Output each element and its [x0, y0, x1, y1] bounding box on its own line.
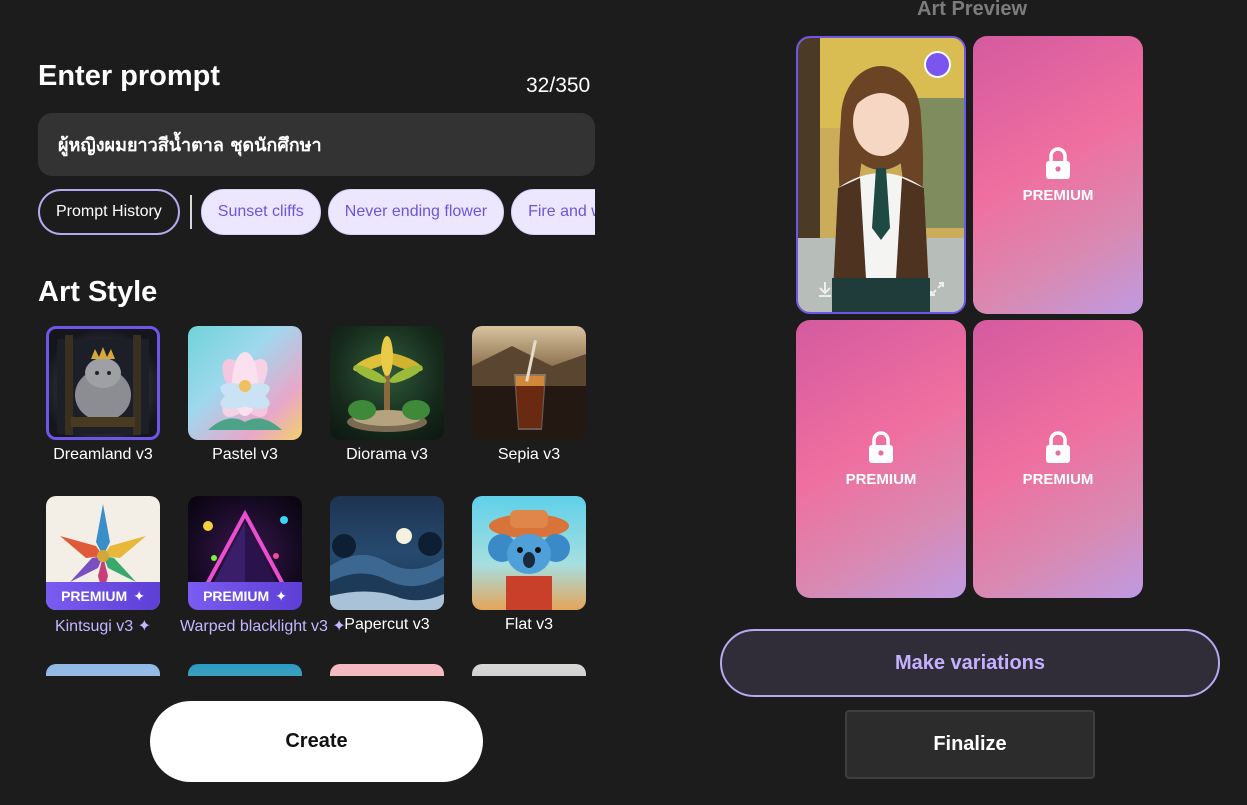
- style-thumbnail-sepia: [472, 326, 586, 440]
- style-item-papercut[interactable]: Papercut v3: [322, 496, 452, 634]
- lock-icon: [1045, 430, 1071, 463]
- download-icon[interactable]: [816, 280, 834, 298]
- style-item-dreamland[interactable]: Dreamland v3: [38, 326, 168, 464]
- style-label-sepia: Sepia v3: [497, 446, 561, 463]
- style-item-row3-1[interactable]: [38, 664, 168, 676]
- art-preview-title: Art Preview: [917, 0, 1028, 20]
- preview-locked-card-3[interactable]: PREMIUM: [973, 320, 1143, 598]
- style-label-diorama: Diorama v3: [346, 446, 428, 463]
- cat-king-image: [57, 335, 149, 435]
- finalize-button[interactable]: Finalize: [845, 710, 1095, 779]
- style-thumbnail: [188, 664, 302, 676]
- prompt-input[interactable]: ผู้หญิงผมยาวสีน้ำตาล ชุดนักศึกษา: [38, 113, 595, 176]
- style-thumbnail: [330, 664, 444, 676]
- style-item-warped-blacklight[interactable]: PREMIUM ✦ Warped blacklight v3 ✦: [180, 496, 346, 636]
- char-count: 32/350: [526, 74, 591, 97]
- style-label-warped-blacklight: Warped blacklight v3 ✦: [180, 618, 346, 635]
- style-thumbnail-kintsugi: PREMIUM ✦: [46, 496, 160, 610]
- style-thumbnail-pastel: [188, 326, 302, 440]
- style-item-sepia[interactable]: Sepia v3: [464, 326, 594, 464]
- style-label-flat: Flat v3: [504, 616, 553, 633]
- suggestion-chip-sunset-cliffs[interactable]: Sunset cliffs: [200, 189, 321, 235]
- style-label-kintsugi: Kintsugi v3 ✦: [54, 618, 152, 635]
- lock-icon: [1045, 146, 1071, 179]
- premium-tag-label: PREMIUM: [61, 588, 128, 604]
- suggestion-chip-never-ending-flower[interactable]: Never ending flower: [327, 189, 505, 235]
- style-item-diorama[interactable]: Diorama v3: [322, 326, 452, 464]
- premium-tag-label: PREMIUM: [203, 588, 270, 604]
- premium-caption: PREMIUM: [1022, 186, 1094, 204]
- koala-image: [488, 510, 570, 610]
- preview-tools: [798, 280, 964, 298]
- preview-locked-card-2[interactable]: PREMIUM: [796, 320, 966, 598]
- style-label-papercut: Papercut v3: [344, 616, 430, 633]
- make-variations-button[interactable]: Make variations: [720, 629, 1220, 697]
- prompt-title: Enter prompt: [38, 60, 221, 92]
- premium-caption: PREMIUM: [845, 470, 917, 488]
- style-thumbnail: [472, 664, 586, 676]
- style-item-row3-2[interactable]: [180, 664, 310, 676]
- style-label-dreamland: Dreamland v3: [53, 446, 153, 463]
- art-style-title: Art Style: [38, 276, 158, 308]
- lock-icon: [868, 430, 894, 463]
- suggestion-chip-fire-and-water[interactable]: Fire and wa: [511, 189, 595, 235]
- style-thumbnail: [46, 664, 160, 676]
- prompt-history-button[interactable]: Prompt History: [38, 189, 180, 235]
- style-thumbnail-diorama: [330, 326, 444, 440]
- style-item-kintsugi[interactable]: PREMIUM ✦ Kintsugi v3 ✦: [38, 496, 168, 636]
- style-item-flat[interactable]: Flat v3: [464, 496, 594, 634]
- prompt-chips: Prompt History Sunset cliffs Never endin…: [38, 189, 595, 235]
- preview-locked-card-1[interactable]: PREMIUM: [973, 36, 1143, 314]
- premium-caption: PREMIUM: [1022, 470, 1094, 488]
- palm-tree-image: [347, 336, 430, 432]
- papercut-night-image: [330, 528, 444, 610]
- sparkle-icon: ✦: [275, 587, 287, 604]
- chip-divider: [189, 195, 192, 229]
- style-label-pastel: Pastel v3: [212, 446, 278, 463]
- student-portrait-image: [798, 38, 964, 312]
- style-thumbnail-dreamland: [46, 326, 160, 440]
- iced-drink-image: [472, 340, 586, 440]
- art-style-grid: Dreamland v3 Pastel v3 Diorama v3 Sepia …: [38, 318, 598, 676]
- premium-tag: PREMIUM ✦: [188, 582, 302, 610]
- style-item-row3-3[interactable]: [322, 664, 452, 676]
- expand-icon[interactable]: [928, 280, 946, 298]
- sparkle-icon: ✦: [133, 587, 145, 604]
- style-item-row3-4[interactable]: [464, 664, 594, 676]
- style-thumbnail-warped-blacklight: PREMIUM ✦: [188, 496, 302, 610]
- prompt-input-value: ผู้หญิงผมยาวสีน้ำตาล ชุดนักศึกษา: [58, 135, 322, 156]
- selected-indicator[interactable]: [924, 51, 951, 78]
- preview-image-selected[interactable]: [796, 36, 966, 314]
- create-button[interactable]: Create: [150, 701, 483, 782]
- style-thumbnail-papercut: [330, 496, 444, 610]
- lotus-image: [208, 352, 282, 430]
- premium-tag: PREMIUM ✦: [46, 582, 160, 610]
- style-item-pastel[interactable]: Pastel v3: [180, 326, 310, 464]
- style-thumbnail-flat: [472, 496, 586, 610]
